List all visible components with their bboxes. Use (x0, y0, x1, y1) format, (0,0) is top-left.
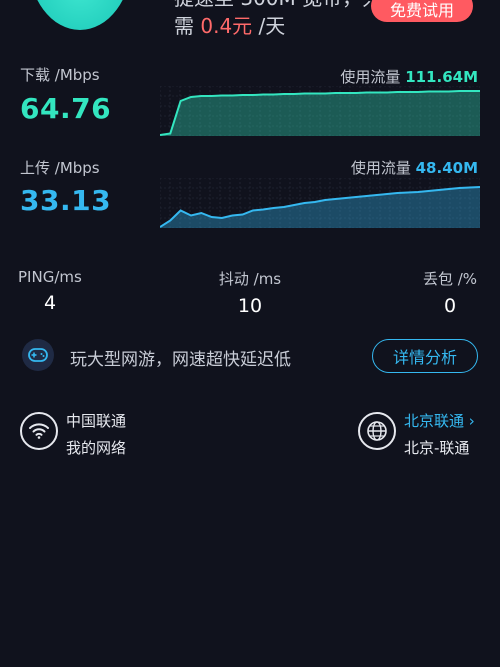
speed-gauge-circle (28, 0, 132, 30)
download-value: 64.76 (20, 92, 112, 125)
upload-value: 33.13 (20, 184, 112, 217)
download-chart-svg (160, 86, 480, 136)
upload-usage: 使用流量 48.40M (351, 157, 478, 178)
loss-value: 0 (443, 295, 457, 317)
upload-usage-label: 使用流量 (350, 159, 416, 177)
loss-stat: 丢包 /% 0 (416, 268, 484, 317)
promo-line1: 提速至 300M 宽带，只 (174, 0, 374, 10)
server-location: 北京-联通 (404, 439, 470, 457)
free-trial-button[interactable]: 免费试用 (371, 0, 473, 22)
details-analysis-button[interactable]: 详情分析 (372, 339, 478, 373)
ping-value: 4 (43, 292, 57, 314)
upload-chart (160, 178, 480, 228)
jitter-label: 抖动 /ms (218, 270, 282, 288)
promo-price: 0.4元 (200, 14, 253, 38)
my-network-label: 我的网络 (66, 439, 127, 457)
ping-stat: PING/ms 4 (18, 268, 82, 314)
upload-usage-value: 48.40M (415, 159, 478, 177)
jitter-value: 10 (237, 295, 263, 317)
carrier-name: 中国联通 (66, 412, 127, 430)
upload-chart-svg (160, 178, 480, 228)
download-chart-area (160, 91, 480, 136)
server-select-link[interactable]: 北京联通 › (404, 410, 475, 431)
download-usage-value: 111.64M (405, 68, 478, 86)
speed-test-result-page: 提速至 300M 宽带，只 需 0.4元 /天 免费试用 下载 /Mbps 64… (0, 0, 500, 667)
promo-line2-prefix: 需 (174, 14, 201, 38)
loss-label: 丢包 /% (422, 270, 478, 288)
upload-label: 上传 /Mbps (20, 159, 100, 177)
gamepad-icon (22, 339, 54, 371)
download-label: 下载 /Mbps (20, 66, 100, 84)
download-usage-label: 使用流量 (340, 68, 406, 86)
globe-icon (358, 412, 396, 450)
wifi-icon (20, 412, 58, 450)
upload-chart-area (160, 187, 480, 228)
promo-text: 提速至 300M 宽带，只 需 0.4元 /天 (174, 0, 374, 38)
download-usage: 使用流量 111.64M (340, 66, 478, 87)
promo-line2-suffix: /天 (252, 14, 286, 38)
jitter-stat: 抖动 /ms 10 (210, 268, 290, 317)
game-text: 玩大型网游，网速超快延迟低 (70, 350, 291, 370)
ping-label: PING/ms (18, 268, 82, 286)
download-chart (160, 86, 480, 136)
